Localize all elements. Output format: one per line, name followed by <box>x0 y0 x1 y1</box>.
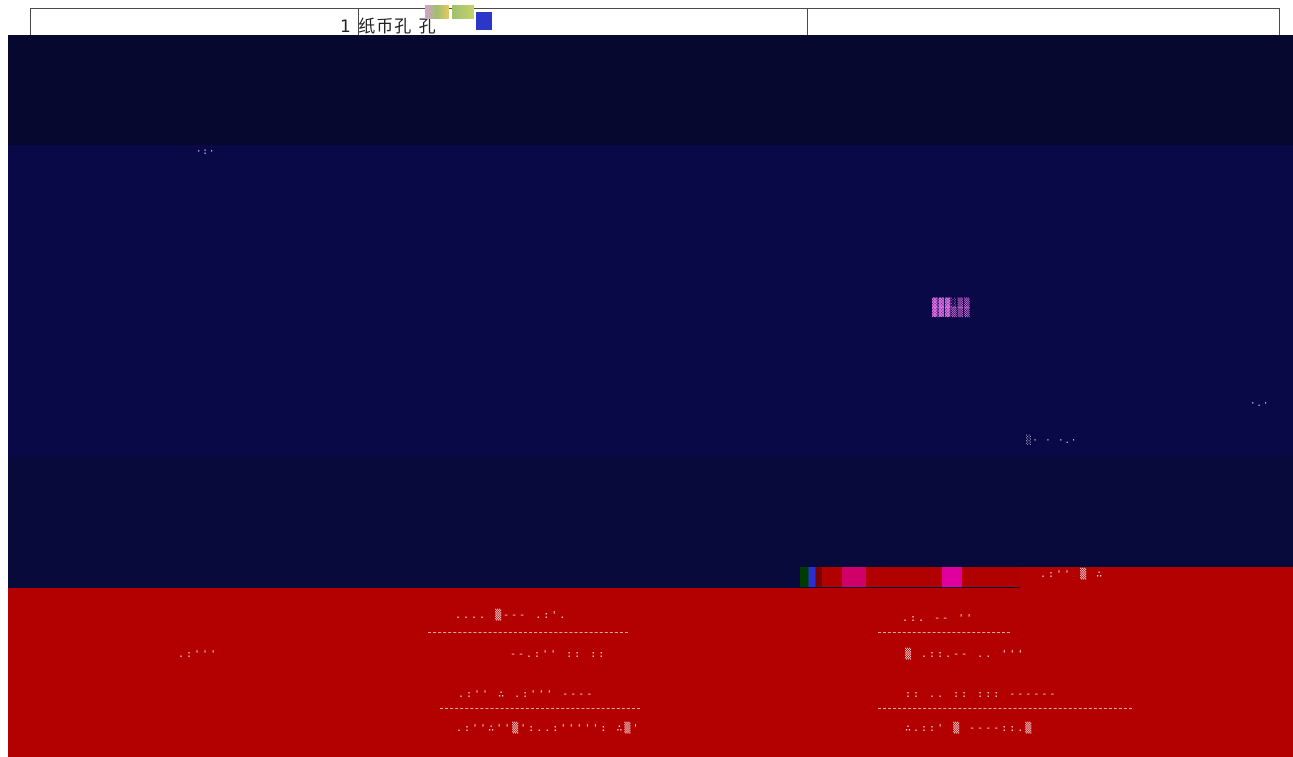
glitch-strip <box>822 567 1022 587</box>
table-column-divider <box>807 9 808 37</box>
dash-line <box>878 708 1132 709</box>
glitch-chip <box>476 12 492 30</box>
dotted-artifact: .:. -- '' <box>902 613 975 624</box>
dotted-artifact: .:''' <box>178 649 219 660</box>
noise-speck: ·.· <box>1250 399 1270 409</box>
table-header-frame <box>30 8 1280 38</box>
noise-speck: ·:· <box>196 147 216 157</box>
glitch-chip <box>425 5 449 19</box>
corrupted-red-region <box>8 588 1293 757</box>
navy-band <box>8 145 1293 457</box>
glitch-chip <box>452 5 474 19</box>
navy-band <box>8 35 1293 145</box>
dotted-artifact: .:'' ▒ ∴ <box>1040 569 1105 580</box>
dash-line <box>428 632 628 633</box>
noise-speck: ░· · ·.· <box>1026 436 1078 446</box>
dotted-artifact: .:'' ∴ .:''' ---- <box>458 689 595 700</box>
dotted-artifact: .... ▒--- .:'. <box>455 610 568 621</box>
dotted-artifact: :: .. :: ::: ------ <box>905 689 1058 700</box>
dotted-artifact: ∴.::' ▒ ----::.▒ <box>905 723 1034 734</box>
dash-line <box>878 632 1010 633</box>
dotted-artifact: .:''∴''▒':..:''''': ∴▒' <box>456 723 641 734</box>
page-root: 1 纸币孔 孔 ·:· ▓▓▓░▒▒ ▓▓▓▒▒▒ ·.· ░· · ·.· .:… <box>0 0 1293 757</box>
dotted-artifact: ▒ .::.-- .. ''' <box>905 649 1026 660</box>
dash-line <box>440 708 640 709</box>
table-cell-text: 1 纸币孔 孔 <box>340 17 437 37</box>
corrupted-navy-region <box>8 35 1293 588</box>
noise-artifact: ▓▓▓░▒▒ ▓▓▓▒▒▒ <box>932 299 971 318</box>
dotted-artifact: --.:'' :: :: <box>510 649 607 660</box>
